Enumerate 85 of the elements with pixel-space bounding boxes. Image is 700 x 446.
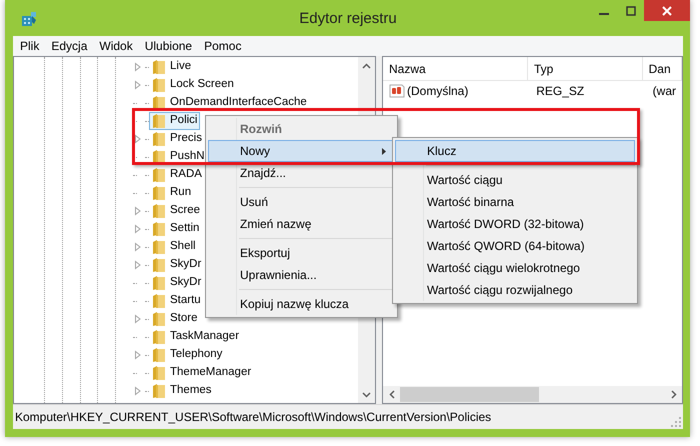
tree-item[interactable]: Live: [149, 58, 194, 76]
expand-icon[interactable]: [133, 80, 142, 90]
tree-item[interactable]: Themes: [149, 382, 215, 400]
scrollbar[interactable]: [383, 386, 682, 403]
menu-item[interactable]: Wartość QWORD (64-bitowa): [395, 235, 635, 257]
expand-icon[interactable]: [133, 314, 142, 324]
folder-icon: [152, 113, 166, 129]
folder-icon: [152, 185, 166, 201]
folder-icon: [152, 347, 166, 363]
string-value-icon: [389, 83, 405, 99]
menu-item[interactable]: Ulubione: [138, 36, 198, 56]
tree-item[interactable]: Polici: [149, 112, 200, 130]
expand-icon[interactable]: [133, 350, 142, 360]
scroll-up-icon[interactable]: [362, 62, 371, 68]
folder-icon: [152, 203, 166, 219]
menu-item[interactable]: Eksportuj: [208, 242, 395, 264]
folder-icon: [152, 365, 166, 381]
tree-item[interactable]: Scree: [149, 202, 204, 220]
tree-item[interactable]: Precis: [149, 130, 205, 148]
expand-icon[interactable]: [133, 260, 142, 270]
value-type: REG_SZ: [535, 83, 586, 100]
maximize-icon: [626, 6, 636, 16]
resize-grip-icon[interactable]: [671, 417, 681, 427]
folder-icon: [152, 257, 166, 273]
registry-icon: [20, 10, 38, 28]
menu-item[interactable]: Widok: [93, 36, 139, 56]
menu-item[interactable]: Zmień nazwę: [208, 213, 395, 235]
tree-item[interactable]: OnDemandInterfaceCache: [149, 94, 310, 112]
menu-item[interactable]: Znajdź...: [208, 162, 395, 184]
menu-item[interactable]: Wartość ciągu wielokrotnego: [395, 257, 635, 279]
tree-item[interactable]: Shell: [149, 238, 199, 256]
expand-icon[interactable]: [133, 386, 142, 396]
folder-icon: [152, 311, 166, 327]
value-name[interactable]: (Domyślna): [407, 82, 468, 100]
close-button[interactable]: [644, 0, 690, 21]
folder-icon: [152, 77, 166, 93]
window-title: Edytor rejestru: [298, 9, 398, 29]
close-icon: [662, 6, 672, 16]
tree-item[interactable]: Lock Screen: [149, 76, 237, 94]
menu-item[interactable]: Uprawnienia...: [208, 264, 395, 286]
folder-icon: [152, 293, 166, 309]
menu-item[interactable]: Wartość ciągu rozwijalnego: [395, 279, 635, 301]
menu-item[interactable]: Pomoc: [198, 36, 248, 56]
tree-item[interactable]: RADA: [149, 166, 205, 184]
tree-item[interactable]: SkyDr: [149, 256, 204, 274]
tree-item[interactable]: Telephony: [149, 346, 226, 364]
folder-icon: [152, 275, 166, 291]
tree-item[interactable]: Run: [149, 184, 194, 202]
folder-icon: [152, 167, 166, 183]
menu-item[interactable]: Klucz: [395, 140, 635, 162]
folder-icon: [152, 59, 166, 75]
scroll-right-icon[interactable]: [670, 390, 676, 399]
column-header[interactable]: Dan: [642, 57, 682, 80]
expand-icon[interactable]: [133, 134, 142, 144]
folder-icon: [152, 131, 166, 147]
expand-icon[interactable]: [133, 62, 142, 72]
tree-item[interactable]: Startu: [149, 292, 204, 310]
folder-icon: [152, 239, 166, 255]
menu-item[interactable]: Wartość ciągu: [395, 169, 635, 191]
tree-item[interactable]: SkyDr: [149, 274, 204, 292]
menu-item[interactable]: Wartość DWORD (32-bitowa): [395, 213, 635, 235]
tree-item[interactable]: TaskManager: [149, 328, 242, 346]
expand-icon[interactable]: [133, 206, 142, 216]
menu-item[interactable]: Edycja: [45, 36, 94, 56]
menu-item[interactable]: Kopiuj nazwę klucza: [208, 293, 395, 315]
folder-icon: [152, 329, 166, 345]
status-path: Komputer\HKEY_CURRENT_USER\Software\Microsoft\Windows\CurrentVersion\Policies: [15, 409, 492, 426]
tree-item[interactable]: PushN: [149, 148, 208, 166]
scroll-down-icon[interactable]: [362, 392, 371, 398]
menu-item[interactable]: Plik: [14, 36, 46, 56]
folder-icon: [152, 383, 166, 399]
tree-item[interactable]: Store: [149, 310, 200, 328]
expand-icon[interactable]: [133, 224, 142, 234]
column-header[interactable]: Typ: [528, 57, 643, 80]
tree-item[interactable]: Settin: [149, 220, 202, 238]
column-header[interactable]: Nazwa: [383, 57, 528, 80]
scroll-left-icon[interactable]: [388, 390, 394, 399]
menu-item[interactable]: Usuń: [208, 191, 395, 213]
tree-item[interactable]: ThemeManager: [149, 364, 254, 382]
menu-item[interactable]: Wartość binarna: [395, 191, 635, 213]
menu-item[interactable]: Nowy: [208, 140, 395, 162]
expand-icon[interactable]: [133, 242, 142, 252]
minimize-icon: [598, 13, 608, 15]
value-data: (war: [652, 83, 677, 100]
folder-icon: [152, 221, 166, 237]
